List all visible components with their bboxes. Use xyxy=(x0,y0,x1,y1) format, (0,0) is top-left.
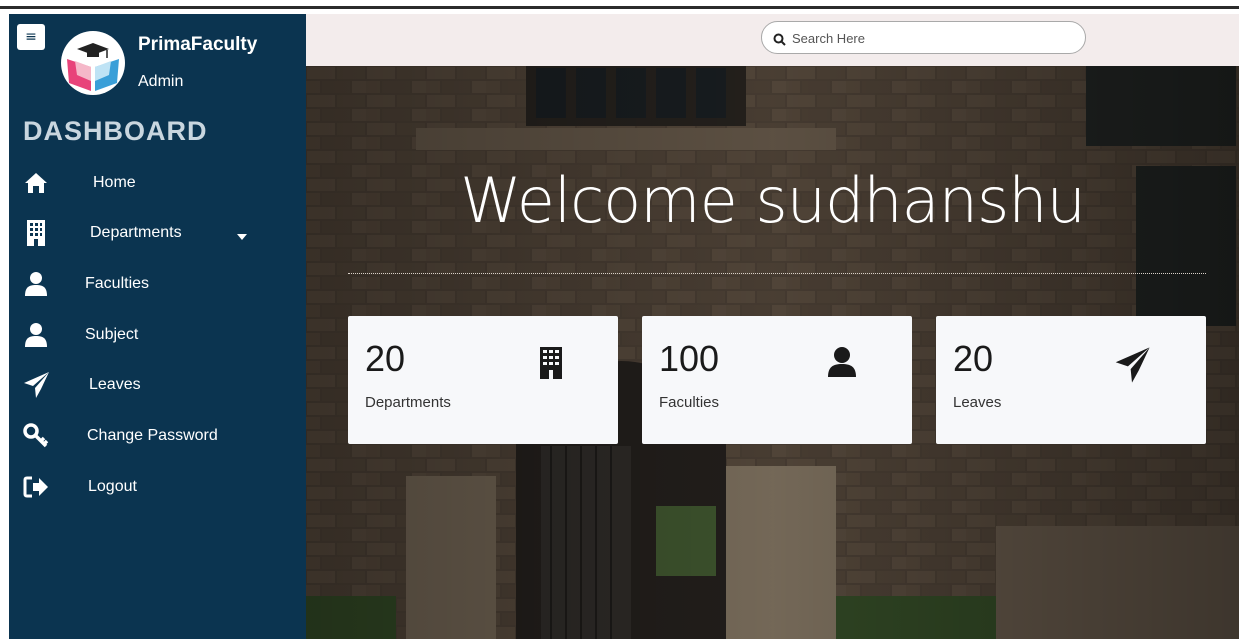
sidebar-item-subject[interactable]: Subject xyxy=(9,320,306,360)
stat-card-departments[interactable]: 20 Departments xyxy=(348,316,618,444)
divider xyxy=(348,273,1206,274)
home-icon xyxy=(21,168,51,198)
app-logo xyxy=(61,31,125,95)
main-content: Welcome sudhanshu 20 Departments 100 Fac… xyxy=(306,14,1239,639)
sidebar-item-logout[interactable]: Logout xyxy=(9,472,306,512)
app-name: PrimaFaculty xyxy=(138,34,258,55)
sidebar-item-label: Change Password xyxy=(87,427,218,444)
sidebar-item-label: Leaves xyxy=(89,376,141,393)
user-icon xyxy=(21,269,51,299)
user-role: Admin xyxy=(138,73,184,90)
sidebar: ≡ PrimaFaculty Admin DASHBOARD Home Depa… xyxy=(9,14,306,639)
sidebar-item-label: Logout xyxy=(88,478,137,495)
user-icon xyxy=(827,346,857,382)
stat-card-leaves[interactable]: 20 Leaves xyxy=(936,316,1206,444)
top-bar xyxy=(306,14,1239,66)
sidebar-item-change-password[interactable]: Change Password xyxy=(9,421,306,461)
hero-banner: Welcome sudhanshu 20 Departments 100 Fac… xyxy=(306,66,1239,639)
welcome-heading: Welcome sudhanshu xyxy=(460,164,1086,237)
sidebar-item-label: Home xyxy=(93,174,136,191)
stat-label: Departments xyxy=(365,394,451,411)
stat-value: 20 xyxy=(365,338,406,379)
chevron-down-icon[interactable] xyxy=(237,234,247,240)
paper-plane-icon xyxy=(1113,346,1151,388)
sidebar-item-leaves[interactable]: Leaves xyxy=(9,370,306,410)
sidebar-item-label: Faculties xyxy=(85,275,150,292)
building-icon xyxy=(539,346,563,384)
sidebar-item-departments[interactable]: Departments xyxy=(9,218,306,258)
building-icon xyxy=(21,218,51,248)
stat-card-faculties[interactable]: 100 Faculties xyxy=(642,316,912,444)
sidebar-item-label: Subject xyxy=(85,326,139,343)
search-icon xyxy=(773,31,786,50)
menu-toggle-button[interactable]: ≡ xyxy=(17,24,45,50)
top-border xyxy=(0,0,1239,9)
sidebar-item-label: Departments xyxy=(90,224,182,241)
paper-plane-icon xyxy=(21,370,51,400)
search-box[interactable] xyxy=(761,21,1086,54)
stat-label: Leaves xyxy=(953,394,1002,411)
key-icon xyxy=(21,421,51,451)
sidebar-item-faculties[interactable]: Faculties xyxy=(9,269,306,309)
stat-label: Faculties xyxy=(659,394,720,411)
sidebar-heading: DASHBOARD xyxy=(23,116,208,146)
sign-out-icon xyxy=(21,472,51,502)
stat-value: 100 xyxy=(659,338,720,379)
stat-value: 20 xyxy=(953,338,994,379)
sidebar-item-home[interactable]: Home xyxy=(9,168,306,208)
user-icon xyxy=(21,320,51,350)
search-input[interactable] xyxy=(792,29,1072,47)
